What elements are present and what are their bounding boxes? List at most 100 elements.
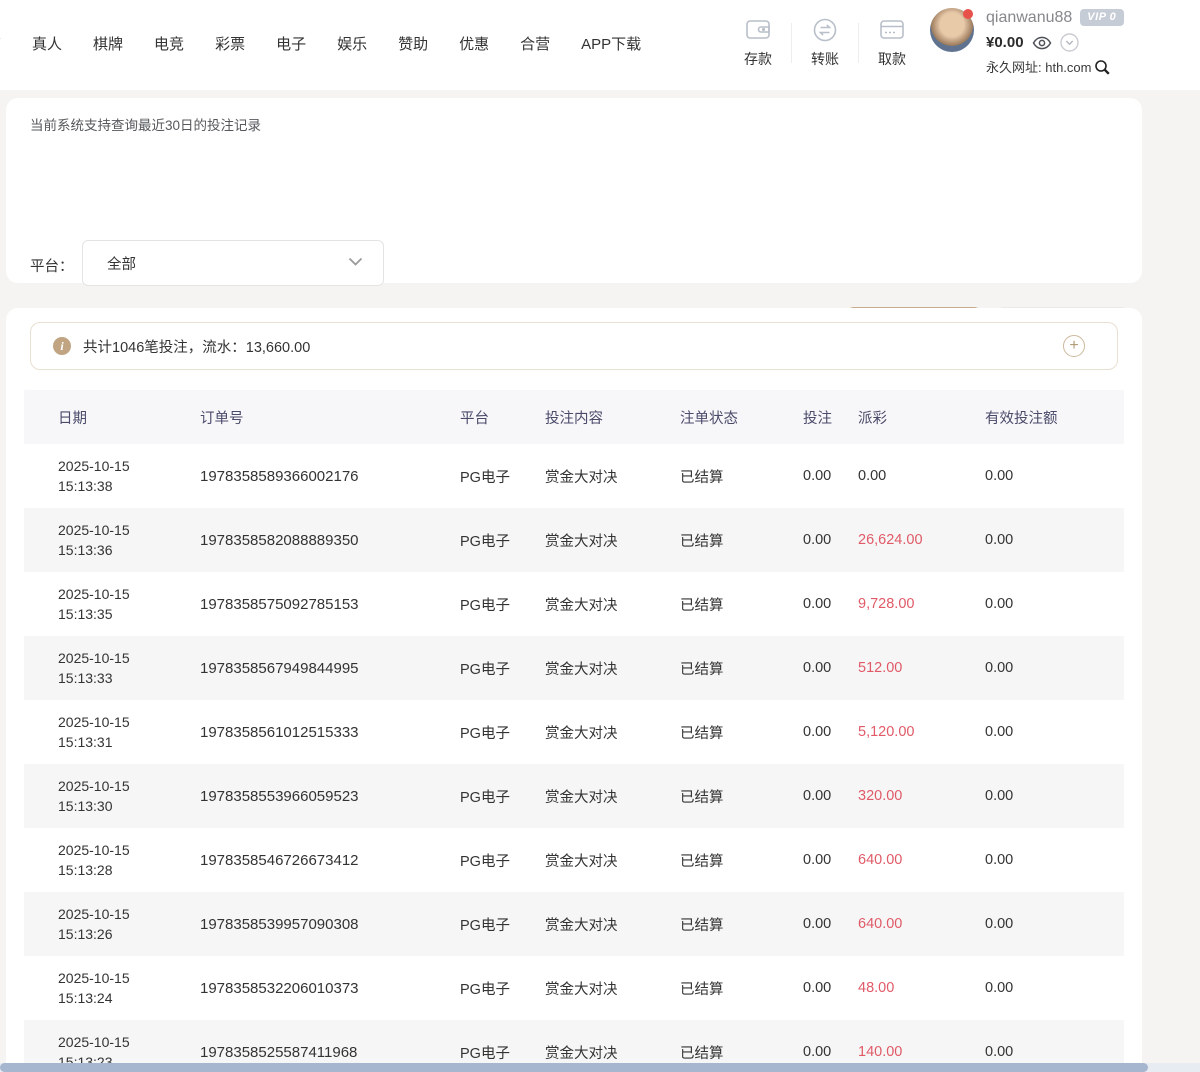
table-row: 2025-10-15 15:13:28 1978358546726673412 …: [24, 828, 1124, 892]
nav-item-6[interactable]: 娱乐: [337, 33, 367, 54]
cell-platform: PG电子: [460, 658, 545, 679]
cell-bet-content: 赏金大对决: [545, 658, 680, 679]
filter-panel: 当前系统支持查询最近30日的投注记录 平台： 全部 日期： 2025-09-16…: [6, 98, 1142, 283]
cell-order-number: 1978358546726673412: [200, 852, 460, 869]
cell-valid-bet: 0.00: [985, 852, 1124, 868]
table-header-row: 日期 订单号 平台 投注内容 注单状态 投注 派彩 有效投注额: [24, 390, 1124, 444]
cell-platform: PG电子: [460, 850, 545, 871]
header-order-number: 订单号: [200, 407, 460, 428]
top-navbar: 育 真人 棋牌 电竞 彩票 电子 娱乐 赞助 优惠 合营 APP下载 存款 转账: [0, 0, 1200, 90]
user-info: qianwanu88 VIP 0 ¥0.00: [986, 8, 1124, 76]
cell-payout: 640.00: [858, 916, 985, 932]
horizontal-scrollbar-thumb[interactable]: [0, 1063, 1148, 1072]
user-block: qianwanu88 VIP 0 ¥0.00: [930, 8, 1124, 76]
cell-status: 已结算: [680, 850, 803, 871]
deposit-button[interactable]: 存款: [726, 17, 790, 69]
cell-order-number: 1978358539957090308: [200, 916, 460, 933]
bank-card-icon: [878, 17, 906, 43]
cell-date: 2025-10-15 15:13:28: [24, 840, 200, 880]
balance-amount: ¥0.00: [986, 35, 1024, 50]
vip-badge: VIP 0: [1080, 9, 1124, 26]
bet-date: 2025-10-15: [58, 520, 194, 540]
eye-icon[interactable]: [1032, 36, 1052, 50]
nav-item-0[interactable]: 育: [0, 33, 1, 54]
cell-bet: 0.00: [803, 852, 858, 868]
cell-payout: 9,728.00: [858, 596, 985, 612]
cell-order-number: 1978358575092785153: [200, 596, 460, 613]
header-payout: 派彩: [858, 407, 985, 428]
permanent-url: 永久网址: hth.com: [986, 61, 1091, 74]
platform-select[interactable]: 全部: [82, 240, 384, 286]
plus-circle-icon[interactable]: +: [1063, 335, 1085, 357]
cell-bet: 0.00: [803, 980, 858, 996]
nav-item-7[interactable]: 赞助: [398, 33, 428, 54]
notification-dot: [963, 9, 973, 19]
table-row: 2025-10-15 15:13:38 1978358589366002176 …: [24, 444, 1124, 508]
nav-item-5[interactable]: 电子: [276, 33, 306, 54]
wallet-icon: [744, 17, 772, 43]
cell-payout: 26,624.00: [858, 532, 985, 548]
cell-order-number: 1978358567949844995: [200, 660, 460, 677]
cell-order-number: 1978358525587411968: [200, 1044, 460, 1061]
cell-platform: PG电子: [460, 786, 545, 807]
bet-time: 15:13:30: [58, 796, 194, 816]
header-status: 注单状态: [680, 407, 803, 428]
cell-status: 已结算: [680, 722, 803, 743]
table-row: 2025-10-15 15:13:36 1978358582088889350 …: [24, 508, 1124, 572]
chevron-down-circle-icon[interactable]: [1060, 33, 1079, 52]
table-row: 2025-10-15 15:13:26 1978358539957090308 …: [24, 892, 1124, 956]
withdraw-button[interactable]: 取款: [860, 17, 924, 69]
cell-platform: PG电子: [460, 722, 545, 743]
avatar[interactable]: [930, 8, 974, 52]
header-bet: 投注: [803, 407, 858, 428]
nav-item-2[interactable]: 棋牌: [93, 33, 123, 54]
cell-payout: 48.00: [858, 980, 985, 996]
table-row: 2025-10-15 15:13:30 1978358553966059523 …: [24, 764, 1124, 828]
bet-date: 2025-10-15: [58, 456, 194, 476]
cell-payout: 0.00: [858, 468, 985, 484]
info-icon: i: [53, 337, 71, 355]
bet-date: 2025-10-15: [58, 712, 194, 732]
cell-bet-content: 赏金大对决: [545, 786, 680, 807]
nav-item-1[interactable]: 真人: [32, 33, 62, 54]
cell-bet-content: 赏金大对决: [545, 722, 680, 743]
cell-date: 2025-10-15 15:13:24: [24, 968, 200, 1008]
cell-valid-bet: 0.00: [985, 532, 1124, 548]
platform-label: 平台：: [30, 255, 74, 276]
cell-bet: 0.00: [803, 532, 858, 548]
query-tip: 当前系统支持查询最近30日的投注记录: [30, 114, 261, 134]
cell-date: 2025-10-15 15:13:31: [24, 712, 200, 752]
nav-item-9[interactable]: 合营: [520, 33, 550, 54]
cell-date: 2025-10-15 15:13:35: [24, 584, 200, 624]
bet-date: 2025-10-15: [58, 840, 194, 860]
cell-valid-bet: 0.00: [985, 1044, 1124, 1060]
cell-bet: 0.00: [803, 596, 858, 612]
table-row: 2025-10-15 15:13:24 1978358532206010373 …: [24, 956, 1124, 1020]
cell-order-number: 1978358582088889350: [200, 532, 460, 549]
table-body: 2025-10-15 15:13:38 1978358589366002176 …: [24, 444, 1124, 1072]
cell-platform: PG电子: [460, 914, 545, 935]
bet-records-table: 日期 订单号 平台 投注内容 注单状态 投注 派彩 有效投注额 2025-10-…: [24, 390, 1124, 1072]
cell-valid-bet: 0.00: [985, 788, 1124, 804]
cell-valid-bet: 0.00: [985, 724, 1124, 740]
cell-payout: 640.00: [858, 852, 985, 868]
cell-valid-bet: 0.00: [985, 980, 1124, 996]
bet-time: 15:13:38: [58, 476, 194, 496]
withdraw-label: 取款: [878, 49, 906, 69]
cell-valid-bet: 0.00: [985, 468, 1124, 484]
magnifier-icon[interactable]: [1094, 59, 1111, 76]
bet-time: 15:13:26: [58, 924, 194, 944]
nav-item-10[interactable]: APP下载: [581, 33, 641, 54]
nav-item-4[interactable]: 彩票: [215, 33, 245, 54]
table-row: 2025-10-15 15:13:31 1978358561012515333 …: [24, 700, 1124, 764]
nav-item-8[interactable]: 优惠: [459, 33, 489, 54]
cell-bet: 0.00: [803, 1044, 858, 1060]
cell-order-number: 1978358553966059523: [200, 788, 460, 805]
transfer-button[interactable]: 转账: [793, 17, 857, 69]
cell-date: 2025-10-15 15:13:36: [24, 520, 200, 560]
bet-date: 2025-10-15: [58, 776, 194, 796]
chevron-down-icon: [348, 254, 363, 272]
nav-item-3[interactable]: 电竞: [154, 33, 184, 54]
cell-date: 2025-10-15 15:13:38: [24, 456, 200, 496]
cell-date: 2025-10-15 15:13:33: [24, 648, 200, 688]
